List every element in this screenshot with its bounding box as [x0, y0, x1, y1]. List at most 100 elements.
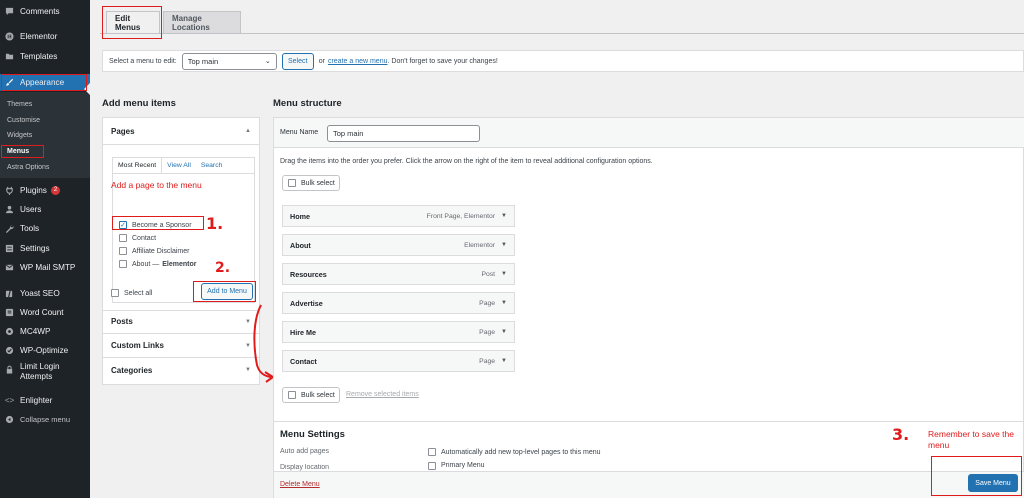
checkbox[interactable] — [119, 247, 127, 255]
annotation-add-page: Add a page to the menu — [111, 180, 202, 190]
sidebar-item-word-count[interactable]: Word Count — [0, 304, 90, 321]
remove-selected-items-link[interactable]: Remove selected items — [346, 391, 419, 398]
checkbox[interactable] — [111, 289, 119, 297]
elementor-icon — [5, 32, 14, 41]
sidebar-item-label: MC4WP — [20, 327, 51, 336]
chevron-down-icon: ⌄ — [264, 58, 271, 65]
sidebar-item-enlighter[interactable]: <> Enlighter — [0, 392, 90, 409]
checkbox[interactable] — [428, 448, 436, 456]
expand-arrow-icon[interactable]: ▼ — [501, 242, 507, 248]
checkbox[interactable] — [428, 462, 436, 470]
sidebar-item-label: Enlighter — [20, 396, 53, 405]
delete-menu-link[interactable]: Delete Menu — [280, 481, 320, 488]
sidebar-item-tools[interactable]: Tools — [0, 220, 90, 237]
menu-name-label: Menu Name — [280, 129, 319, 136]
sidebar-item-label: Elementor — [20, 32, 58, 41]
menu-item-about[interactable]: About Elementor ▼ — [282, 234, 515, 256]
submenu-widgets[interactable]: Widgets — [0, 128, 90, 142]
menu-footer-bar: Delete Menu — [274, 471, 1024, 498]
categories-section-header[interactable]: Categories ▼ — [103, 358, 259, 382]
sidebar-item-settings[interactable]: Settings — [0, 240, 90, 257]
subtab-most-recent[interactable]: Most Recent — [113, 158, 163, 173]
collapse-icon — [5, 415, 14, 424]
sidebar-item-limit-login[interactable]: Limit Login Attempts — [0, 362, 90, 388]
tab-manage-locations[interactable]: Manage Locations — [163, 11, 241, 33]
wrench-icon — [5, 224, 14, 233]
menu-name-header: Menu Name Top main — [274, 118, 1024, 148]
annotation-step-3: 3. — [892, 425, 910, 444]
auto-add-pages-label: Auto add pages — [280, 448, 330, 455]
menu-item-contact[interactable]: Contact Page ▼ — [282, 350, 515, 372]
page-item-contact[interactable]: Contact — [119, 232, 156, 244]
sidebar-item-plugins[interactable]: Plugins 2 — [0, 182, 90, 199]
bulk-select-button-top[interactable]: Bulk select — [282, 175, 340, 191]
create-new-menu-link[interactable]: create a new menu — [328, 58, 388, 65]
sidebar-item-wp-optimize[interactable]: WP-Optimize — [0, 342, 90, 359]
expand-arrow-icon[interactable]: ▼ — [501, 271, 507, 277]
checkbox[interactable] — [288, 391, 296, 399]
menu-structure-heading: Menu structure — [273, 98, 342, 109]
sidebar-item-label: Collapse menu — [20, 415, 71, 424]
user-icon — [5, 205, 14, 214]
yoast-icon — [5, 289, 14, 298]
sidebar-item-yoast-seo[interactable]: Yoast SEO — [0, 285, 90, 302]
folder-icon — [5, 52, 14, 61]
submenu-customise[interactable]: Customise — [0, 113, 90, 127]
expand-arrow-icon[interactable]: ▼ — [501, 329, 507, 335]
submenu-themes[interactable]: Themes — [0, 97, 90, 111]
checkbox[interactable] — [119, 234, 127, 242]
pages-section-header[interactable]: Pages ▲ — [103, 118, 259, 145]
menu-item-resources[interactable]: Resources Post ▼ — [282, 263, 515, 285]
drag-instructions: Drag the items into the order you prefer… — [280, 158, 653, 165]
expand-arrow-icon[interactable]: ▼ — [501, 300, 507, 306]
collapse-up-icon: ▲ — [245, 128, 251, 134]
subtab-search[interactable]: Search — [196, 158, 228, 173]
menu-structure-panel: Menu Name Top main Drag the items into t… — [273, 117, 1024, 498]
submenu-astra-options[interactable]: Astra Options — [0, 160, 90, 174]
comment-icon — [5, 7, 14, 16]
auto-add-pages-option[interactable]: Automatically add new top-level pages to… — [428, 446, 601, 458]
sidebar-item-label: Yoast SEO — [20, 289, 60, 298]
select-all[interactable]: Select all — [111, 287, 152, 299]
page-item-about[interactable]: About — Elementor — [119, 258, 196, 270]
menu-item-advertise[interactable]: Advertise Page ▼ — [282, 292, 515, 314]
sidebar-item-label: Plugins — [20, 186, 47, 195]
posts-section-header[interactable]: Posts ▼ — [103, 310, 259, 334]
select-menu-bar: Select a menu to edit: Top main ⌄ Select… — [102, 50, 1024, 72]
menu-name-input[interactable]: Top main — [327, 125, 480, 142]
sidebar-item-mc4wp[interactable]: MC4WP — [0, 323, 90, 340]
sidebar-item-elementor[interactable]: Elementor — [0, 28, 90, 45]
expand-arrow-icon[interactable]: ▼ — [501, 358, 507, 364]
plugins-update-badge: 2 — [50, 186, 61, 195]
expand-arrow-icon[interactable]: ▼ — [501, 213, 507, 219]
subtab-view-all[interactable]: View All — [162, 158, 196, 173]
sidebar-item-wp-mail-smtp[interactable]: WP Mail SMTP — [0, 259, 90, 276]
annotation-remember-save: Remember to save the menu — [928, 429, 1014, 450]
display-location-option[interactable]: Primary Menu — [428, 462, 485, 471]
menu-settings-heading: Menu Settings — [280, 429, 345, 440]
sidebar-item-comments[interactable]: Comments — [0, 3, 90, 20]
menu-item-home[interactable]: Home Front Page, Elementor ▼ — [282, 205, 515, 227]
sidebar-item-label: Templates — [20, 52, 58, 61]
sidebar-item-label: WP-Optimize — [20, 346, 69, 355]
checkbox[interactable] — [119, 260, 127, 268]
annotation-box-add-to-menu — [193, 281, 256, 302]
sidebar-item-label: Settings — [20, 244, 50, 253]
collapse-menu-button[interactable]: Collapse menu — [0, 411, 90, 428]
sidebar-item-users[interactable]: Users — [0, 201, 90, 218]
checkbox[interactable] — [288, 179, 296, 187]
custom-links-section-header[interactable]: Custom Links ▼ — [103, 334, 259, 358]
sidebar-item-label: Users — [20, 205, 42, 214]
menu-select-dropdown[interactable]: Top main ⌄ — [181, 52, 277, 70]
annotation-box-appearance — [1, 74, 87, 91]
tab-divider — [100, 33, 1024, 34]
page-item-affiliate-disclaimer[interactable]: Affiliate Disclaimer — [119, 245, 189, 257]
bulk-select-button-bottom[interactable]: Bulk select — [282, 387, 340, 403]
sidebar-item-label-line2: Attempts — [20, 372, 53, 381]
select-button[interactable]: Select — [281, 52, 314, 70]
sidebar-item-templates[interactable]: Templates — [0, 48, 90, 65]
add-menu-items-heading: Add menu items — [102, 98, 176, 109]
mail-icon — [5, 263, 14, 272]
pages-subtabs: Most Recent View All Search — [113, 158, 254, 173]
menu-item-hire-me[interactable]: Hire Me Page ▼ — [282, 321, 515, 343]
